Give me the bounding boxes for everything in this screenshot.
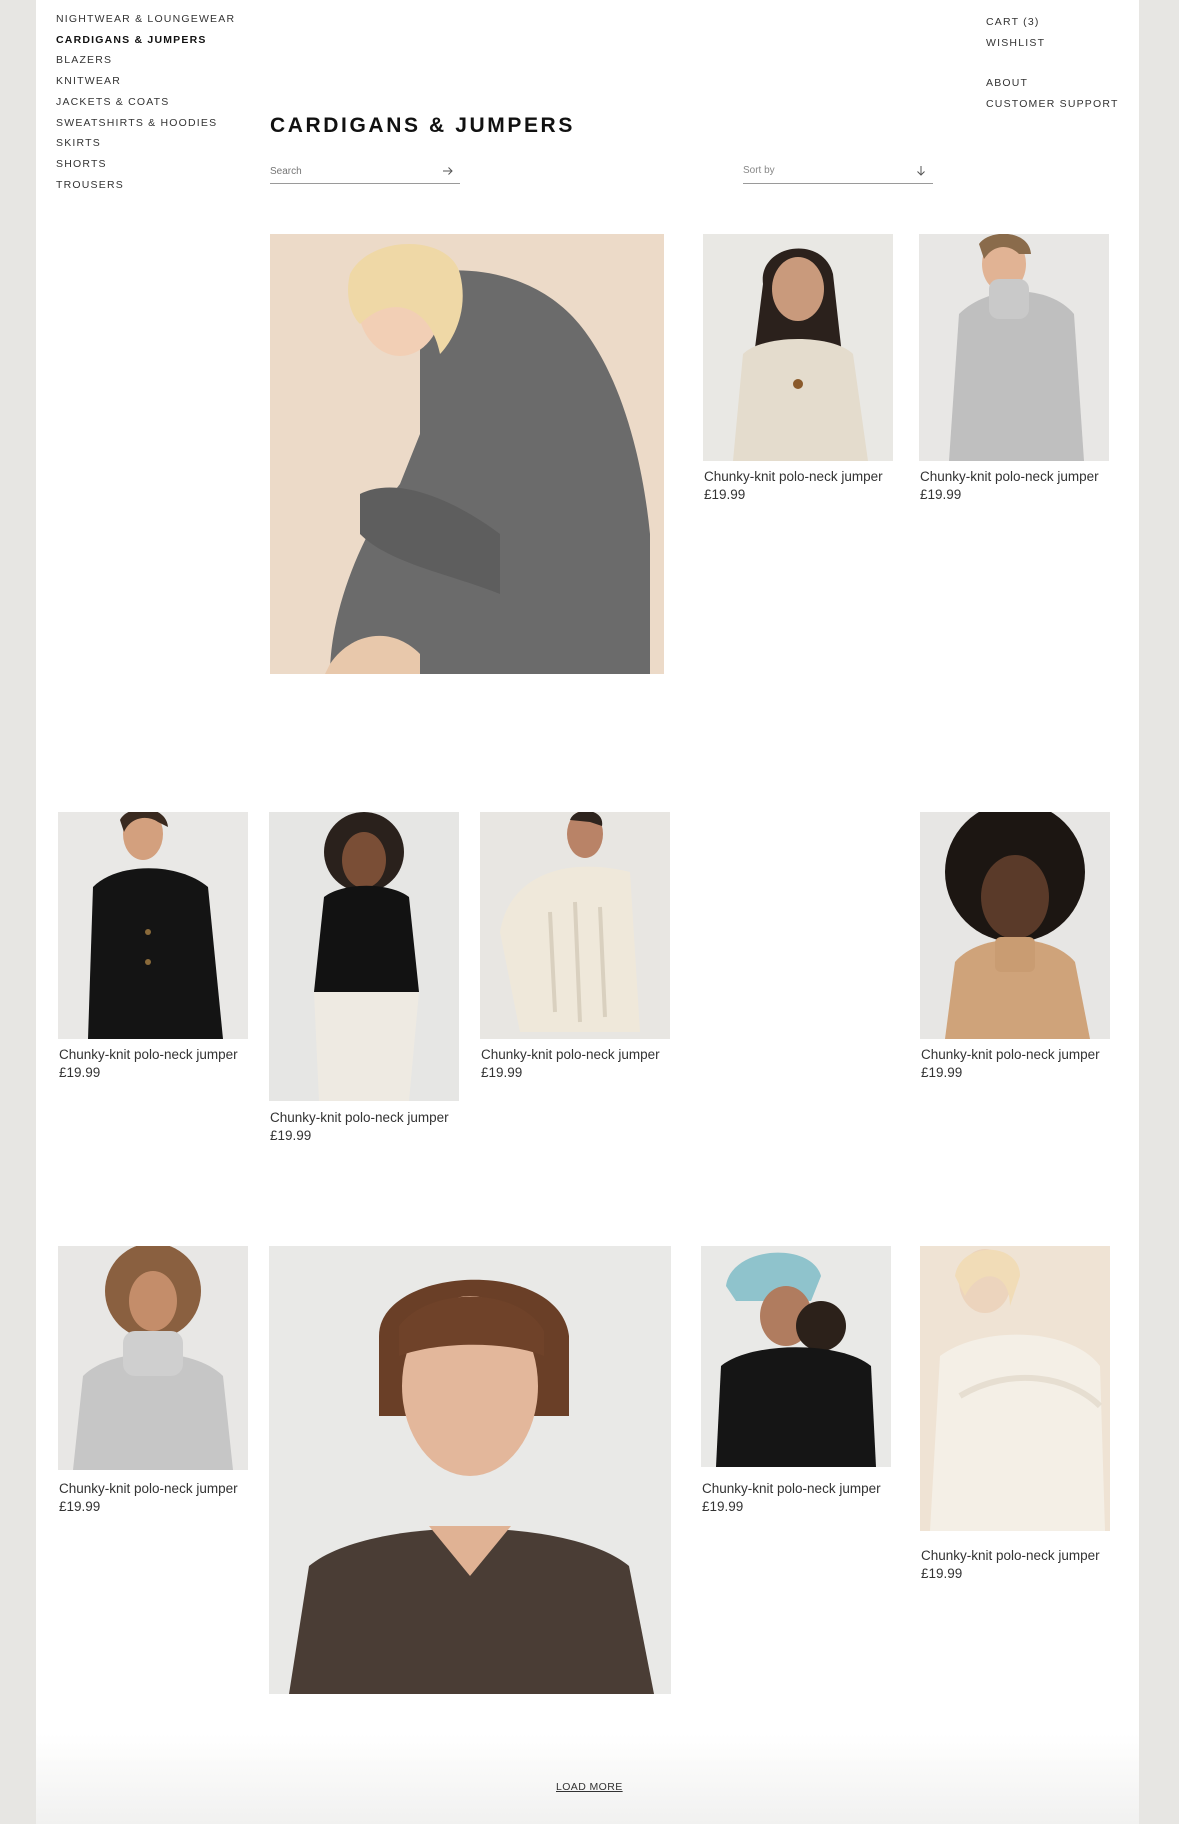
product-price: £19.99 <box>59 1499 101 1514</box>
product-name[interactable]: Chunky-knit polo-neck jumper <box>59 1481 238 1496</box>
product-image[interactable] <box>58 1246 248 1470</box>
product-name[interactable]: Chunky-knit polo-neck jumper <box>481 1047 660 1062</box>
sort-label: Sort by <box>743 165 775 176</box>
product-name[interactable]: Chunky-knit polo-neck jumper <box>704 469 883 484</box>
product-card-3[interactable]: Chunky-knit polo-neck jumper £19.99 <box>919 234 1109 514</box>
product-image[interactable] <box>701 1246 891 1467</box>
page-title: CARDIGANS & JUMPERS <box>270 114 575 137</box>
product-image[interactable] <box>480 812 670 1039</box>
nav-shorts[interactable]: SHORTS <box>56 154 235 175</box>
wishlist-link[interactable]: WISHLIST <box>986 33 1119 54</box>
load-more-button[interactable]: LOAD MORE <box>556 1781 623 1793</box>
product-name[interactable]: Chunky-knit polo-neck jumper <box>59 1047 238 1062</box>
product-card-6[interactable]: Chunky-knit polo-neck jumper £19.99 <box>480 812 670 1082</box>
nav-nightwear[interactable]: NIGHTWEAR & LOUNGEWEAR <box>56 9 235 30</box>
sort-dropdown[interactable]: Sort by <box>743 160 933 184</box>
category-nav: NIGHTWEAR & LOUNGEWEAR CARDIGANS & JUMPE… <box>56 9 235 195</box>
product-price: £19.99 <box>704 487 746 502</box>
product-card-7[interactable]: Chunky-knit polo-neck jumper £19.99 <box>920 812 1110 1082</box>
product-image[interactable] <box>269 812 459 1101</box>
arrow-down-icon <box>917 166 925 176</box>
product-card-10[interactable]: Chunky-knit polo-neck jumper £19.99 <box>701 1246 891 1516</box>
product-card-5[interactable]: Chunky-knit polo-neck jumper £19.99 <box>269 812 459 1147</box>
product-price: £19.99 <box>702 1499 744 1514</box>
product-card-4[interactable]: Chunky-knit polo-neck jumper £19.99 <box>58 812 248 1082</box>
product-price: £19.99 <box>59 1065 101 1080</box>
product-image[interactable] <box>703 234 893 461</box>
nav-blazers[interactable]: BLAZERS <box>56 50 235 71</box>
product-card-featured-1[interactable] <box>270 234 664 674</box>
product-image[interactable] <box>270 234 664 674</box>
product-image[interactable] <box>920 1246 1110 1531</box>
product-card-8[interactable]: Chunky-knit polo-neck jumper £19.99 <box>58 1246 248 1516</box>
product-name[interactable]: Chunky-knit polo-neck jumper <box>921 1548 1100 1563</box>
about-link[interactable]: ABOUT <box>986 73 1119 94</box>
product-price: £19.99 <box>921 1566 963 1581</box>
search-input[interactable] <box>270 160 430 182</box>
nav-cardigans-jumpers[interactable]: CARDIGANS & JUMPERS <box>56 30 235 51</box>
product-card-2[interactable]: Chunky-knit polo-neck jumper £19.99 <box>703 234 893 514</box>
account-nav: CART (3) WISHLIST ABOUT CUSTOMER SUPPORT <box>986 12 1119 115</box>
nav-trousers[interactable]: TROUSERS <box>56 175 235 196</box>
product-name[interactable]: Chunky-knit polo-neck jumper <box>921 1047 1100 1062</box>
product-image[interactable] <box>269 1246 671 1694</box>
nav-skirts[interactable]: SKIRTS <box>56 133 235 154</box>
customer-support-link[interactable]: CUSTOMER SUPPORT <box>986 94 1119 115</box>
content-panel: NIGHTWEAR & LOUNGEWEAR CARDIGANS & JUMPE… <box>36 0 1139 1824</box>
product-price: £19.99 <box>481 1065 523 1080</box>
product-card-11[interactable]: Chunky-knit polo-neck jumper £19.99 <box>920 1246 1110 1581</box>
nav-knitwear[interactable]: KNITWEAR <box>56 71 235 92</box>
product-name[interactable]: Chunky-knit polo-neck jumper <box>920 469 1099 484</box>
product-price: £19.99 <box>921 1065 963 1080</box>
nav-jackets-coats[interactable]: JACKETS & COATS <box>56 92 235 113</box>
product-name[interactable]: Chunky-knit polo-neck jumper <box>270 1110 449 1125</box>
product-name[interactable]: Chunky-knit polo-neck jumper <box>702 1481 881 1496</box>
nav-sweatshirts-hoodies[interactable]: SWEATSHIRTS & HOODIES <box>56 113 235 134</box>
product-image[interactable] <box>58 812 248 1039</box>
product-card-featured-2[interactable] <box>269 1246 671 1694</box>
product-price: £19.99 <box>920 487 962 502</box>
cart-link[interactable]: CART (3) <box>986 12 1119 33</box>
product-price: £19.99 <box>270 1128 312 1143</box>
product-image[interactable] <box>920 812 1110 1039</box>
product-image[interactable] <box>919 234 1109 461</box>
search-field <box>270 160 460 184</box>
arrow-right-icon[interactable] <box>442 165 454 177</box>
